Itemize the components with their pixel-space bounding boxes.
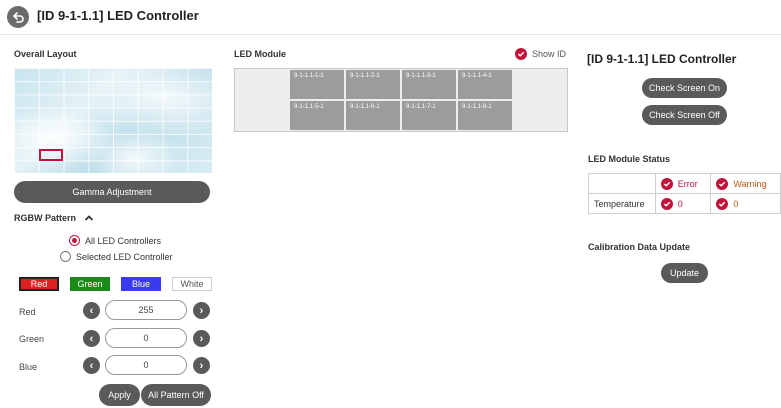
check-icon: [660, 177, 673, 190]
blue-value-label: Blue: [19, 362, 38, 372]
led-module-cell[interactable]: 9-1-1.1-8-1: [458, 101, 512, 130]
chevron-left-icon: ‹: [89, 332, 94, 345]
chevron-left-icon: ‹: [89, 359, 94, 372]
blue-increase-button[interactable]: ›: [193, 357, 210, 374]
apply-button[interactable]: Apply: [99, 384, 140, 406]
led-module-status-title: LED Module Status: [588, 154, 671, 164]
radio-selected-controller[interactable]: Selected LED Controller: [60, 251, 173, 262]
led-module-cell[interactable]: 9-1-1.1-3-1: [402, 70, 456, 99]
table-row: Error Warning: [588, 173, 781, 194]
led-module-grid: 9-1-1.1-1-1 9-1-1.1-2-1 9-1-1.1-3-1 9-1-…: [234, 68, 568, 132]
radio-selected-label: Selected LED Controller: [76, 251, 173, 262]
led-module-title: LED Module: [234, 49, 286, 59]
check-icon: [716, 177, 729, 190]
green-decrease-button[interactable]: ‹: [83, 330, 100, 347]
all-pattern-off-button[interactable]: All Pattern Off: [141, 384, 211, 406]
status-table: Error Warning Temperature 0 0: [588, 173, 781, 214]
chevron-left-icon: ‹: [89, 304, 94, 317]
blue-value-input[interactable]: [105, 355, 187, 375]
overall-layout-title: Overall Layout: [14, 49, 77, 59]
error-count: 0: [677, 198, 683, 209]
color-white-button[interactable]: White: [172, 277, 212, 291]
check-icon[interactable]: [515, 48, 527, 60]
radio-unselected-icon[interactable]: [60, 251, 71, 262]
red-value-input[interactable]: [105, 300, 187, 320]
check-icon: [716, 197, 729, 210]
color-blue-button[interactable]: Blue: [121, 277, 161, 291]
rgbw-pattern-header[interactable]: RGBW Pattern: [14, 213, 94, 223]
check-screen-on-button[interactable]: Check Screen On: [642, 78, 727, 98]
led-module-cell[interactable]: 9-1-1.1-5-1: [290, 101, 344, 130]
led-module-cell[interactable]: 9-1-1.1-2-1: [346, 70, 400, 99]
red-increase-button[interactable]: ›: [193, 302, 210, 319]
error-count-cell: 0: [654, 193, 712, 214]
check-icon: [660, 197, 673, 210]
radio-selected-icon[interactable]: [69, 235, 80, 246]
warning-count-cell: 0: [710, 193, 781, 214]
table-header-warning: Warning: [710, 173, 781, 194]
red-decrease-button[interactable]: ‹: [83, 302, 100, 319]
led-module-cell[interactable]: 9-1-1.1-6-1: [346, 101, 400, 130]
layout-selection-marker: [39, 149, 63, 161]
calibration-title: Calibration Data Update: [588, 242, 691, 252]
rgbw-pattern-title: RGBW Pattern: [14, 213, 77, 223]
green-increase-button[interactable]: ›: [193, 330, 210, 347]
page-title: [ID 9-1-1.1] LED Controller: [37, 8, 199, 23]
chevron-up-icon[interactable]: [84, 214, 94, 222]
red-value-label: Red: [19, 307, 36, 317]
error-label: Error: [677, 178, 698, 189]
update-button[interactable]: Update: [661, 263, 708, 283]
temperature-label: Temperature: [588, 193, 656, 214]
check-screen-off-button[interactable]: Check Screen Off: [642, 105, 727, 125]
page-header: [ID 9-1-1.1] LED Controller: [0, 0, 781, 35]
chevron-right-icon: ›: [199, 359, 204, 372]
table-row: Temperature 0 0: [588, 193, 781, 214]
back-arrow-icon: [13, 12, 24, 23]
radio-all-controllers[interactable]: All LED Controllers: [69, 235, 161, 246]
green-value-label: Green: [19, 334, 45, 344]
blue-decrease-button[interactable]: ‹: [83, 357, 100, 374]
led-module-cell[interactable]: 9-1-1.1-7-1: [402, 101, 456, 130]
warning-count: 0: [733, 198, 739, 209]
show-id-label: Show ID: [532, 49, 567, 59]
chevron-right-icon: ›: [199, 332, 204, 345]
green-value-input[interactable]: [105, 328, 187, 348]
controller-title: [ID 9-1-1.1] LED Controller: [587, 52, 737, 66]
show-id-checkbox[interactable]: Show ID: [515, 48, 566, 60]
led-module-cell[interactable]: 9-1-1.1-4-1: [458, 70, 512, 99]
back-button[interactable]: [7, 6, 29, 28]
warning-label: Warning: [733, 178, 767, 189]
chevron-right-icon: ›: [199, 304, 204, 317]
led-module-cell[interactable]: 9-1-1.1-1-1: [290, 70, 344, 99]
color-green-button[interactable]: Green: [70, 277, 110, 291]
gamma-adjustment-button[interactable]: Gamma Adjustment: [14, 181, 210, 203]
radio-all-label: All LED Controllers: [85, 235, 162, 246]
color-red-button[interactable]: Red: [19, 277, 59, 291]
table-header-empty: [588, 173, 656, 194]
overall-layout-map[interactable]: [14, 68, 212, 173]
table-header-error: Error: [654, 173, 712, 194]
